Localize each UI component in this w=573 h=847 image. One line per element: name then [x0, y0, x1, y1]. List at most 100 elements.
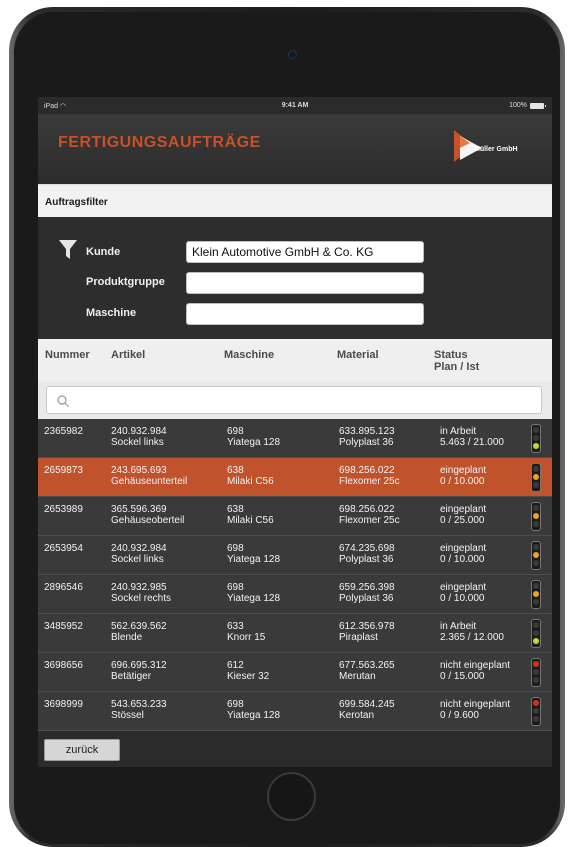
- column-status-label: Status: [434, 349, 468, 361]
- cell-order-number-primary: 3485952: [44, 621, 83, 632]
- cell-material-secondary: Polyplast 36: [339, 554, 394, 565]
- machine-input[interactable]: [186, 303, 424, 325]
- cell-machine-secondary: Milaki C56: [227, 476, 274, 487]
- cell-order-number-primary: 2653954: [44, 543, 83, 554]
- cell-machine-primary: 638: [227, 504, 244, 515]
- cell-article-primary: 240.932.984: [111, 426, 167, 437]
- lamp-red: [533, 583, 539, 589]
- cell-status: eingeplant 0 / 25.000: [440, 504, 486, 526]
- cell-status: nicht eingeplant 0 / 15.000: [440, 660, 510, 682]
- cell-order-number-primary: 3698656: [44, 660, 83, 671]
- funnel-filter-icon: [59, 240, 77, 259]
- lamp-red: [533, 700, 539, 706]
- search-bar: [38, 381, 552, 419]
- cell-material-secondary: Polyplast 36: [339, 437, 394, 448]
- cell-material: 698.256.022 Flexomer 25c: [339, 504, 400, 526]
- cell-machine-primary: 612: [227, 660, 244, 671]
- column-number[interactable]: Nummer: [45, 349, 90, 361]
- lamp-green: [533, 482, 539, 488]
- lamp-red: [533, 622, 539, 628]
- cell-status-secondary: 0 / 9.600: [440, 710, 479, 721]
- cell-machine-secondary: Yiatega 128: [227, 554, 281, 565]
- column-machine[interactable]: Maschine: [224, 349, 274, 361]
- order-table: 2365982 240.932.984 Sockel links 698 Yiatega…: [38, 419, 552, 731]
- filter-bar: Auftragsfilter: [38, 184, 552, 217]
- cell-machine-primary: 698: [227, 699, 244, 710]
- cell-material-secondary: Kerotan: [339, 710, 375, 721]
- cell-article-primary: 243.695.693: [111, 465, 167, 476]
- cell-machine-secondary: Yiatega 128: [227, 437, 281, 448]
- cell-status: in Arbeit 5.463 / 21.000: [440, 426, 504, 448]
- cell-status-primary: in Arbeit: [440, 426, 477, 437]
- cell-machine-primary: 698: [227, 426, 244, 437]
- cell-article-secondary: Stössel: [111, 710, 144, 721]
- cell-order-number-primary: 2653989: [44, 504, 83, 515]
- cell-status-secondary: 0 / 10.000: [440, 554, 485, 565]
- lamp-yellow: [533, 591, 539, 597]
- column-status[interactable]: Status Plan / Ist: [434, 349, 479, 373]
- table-row[interactable]: 2365982 240.932.984 Sockel links 698 Yiatega…: [38, 419, 552, 458]
- cell-order-number: 2659873: [44, 465, 83, 476]
- cell-status-secondary: 0 / 25.000: [440, 515, 485, 526]
- cell-machine-secondary: Yiatega 128: [227, 593, 281, 604]
- table-row[interactable]: 3485952 562.639.562 Blende 633 Knorr 15 612.3…: [38, 614, 552, 653]
- home-button[interactable]: [267, 772, 316, 821]
- cell-article-primary: 240.932.985: [111, 582, 167, 593]
- lamp-yellow: [533, 435, 539, 441]
- table-row[interactable]: 2653989 365.596.369 Gehäuseoberteil 638 Mila…: [38, 497, 552, 536]
- cell-article: 543.653.233 Stössel: [111, 699, 167, 721]
- table-row[interactable]: 2653954 240.932.984 Sockel links 698 Yiatega…: [38, 536, 552, 575]
- search-input[interactable]: [46, 386, 542, 414]
- cell-material-primary: 612.356.978: [339, 621, 395, 632]
- cell-status: nicht eingeplant 0 / 9.600: [440, 699, 510, 721]
- machine-label: Maschine: [86, 307, 137, 319]
- cell-machine: 638 Milaki C56: [227, 504, 274, 526]
- cell-status-primary: eingeplant: [440, 465, 487, 476]
- cell-status-primary: eingeplant: [440, 582, 487, 593]
- cell-material-primary: 633.895.123: [339, 426, 395, 437]
- cell-status-primary: eingeplant: [440, 504, 487, 515]
- column-material[interactable]: Material: [337, 349, 379, 361]
- lamp-red: [533, 466, 539, 472]
- cell-article-primary: 696.695.312: [111, 660, 167, 671]
- cell-article-primary: 365.596.369: [111, 504, 167, 515]
- lamp-red: [533, 427, 539, 433]
- column-article[interactable]: Artikel: [111, 349, 145, 361]
- cell-article: 696.695.312 Betätiger: [111, 660, 167, 682]
- cell-article-secondary: Sockel rechts: [111, 593, 172, 604]
- product-group-label: Produktgruppe: [86, 276, 165, 288]
- lamp-yellow: [533, 708, 539, 714]
- cell-order-number: 3485952: [44, 621, 83, 632]
- table-row[interactable]: 3698999 543.653.233 Stössel 698 Yiatega 128 6…: [38, 692, 552, 731]
- back-button[interactable]: zurück: [44, 739, 120, 761]
- cell-order-number-primary: 3698999: [44, 699, 83, 710]
- traffic-light-icon: [531, 541, 541, 570]
- cell-article-primary: 543.653.233: [111, 699, 167, 710]
- search-icon: [57, 395, 69, 407]
- traffic-light-icon: [531, 658, 541, 687]
- traffic-light-icon: [531, 502, 541, 531]
- cell-material-secondary: Flexomer 25c: [339, 476, 400, 487]
- cell-order-number: 2365982: [44, 426, 83, 437]
- table-row[interactable]: 2896546 240.932.985 Sockel rechts 698 Yiateg…: [38, 575, 552, 614]
- lamp-yellow: [533, 669, 539, 675]
- lamp-green: [533, 638, 539, 644]
- lamp-green: [533, 716, 539, 722]
- cell-machine: 633 Knorr 15: [227, 621, 265, 643]
- cell-material: 674.235.698 Polyplast 36: [339, 543, 395, 565]
- column-status-sublabel: Plan / Ist: [434, 361, 480, 373]
- cell-material: 659.256.398 Polyplast 36: [339, 582, 395, 604]
- table-row[interactable]: 2659873 243.695.693 Gehäuseunterteil 638 Mil…: [38, 458, 552, 497]
- lamp-red: [533, 661, 539, 667]
- camera-icon: [288, 50, 297, 59]
- lamp-green: [533, 677, 539, 683]
- cell-order-number: 3698999: [44, 699, 83, 710]
- cell-status: in Arbeit 2.365 / 12.000: [440, 621, 504, 643]
- cell-order-number: 2653989: [44, 504, 83, 515]
- cell-machine-primary: 698: [227, 582, 244, 593]
- cell-status: eingeplant 0 / 10.000: [440, 465, 486, 487]
- product-group-input[interactable]: [186, 272, 424, 294]
- table-row[interactable]: 3698656 696.695.312 Betätiger 612 Kieser 32 6…: [38, 653, 552, 692]
- customer-input[interactable]: [186, 241, 424, 263]
- status-time: 9:41 AM: [281, 102, 309, 109]
